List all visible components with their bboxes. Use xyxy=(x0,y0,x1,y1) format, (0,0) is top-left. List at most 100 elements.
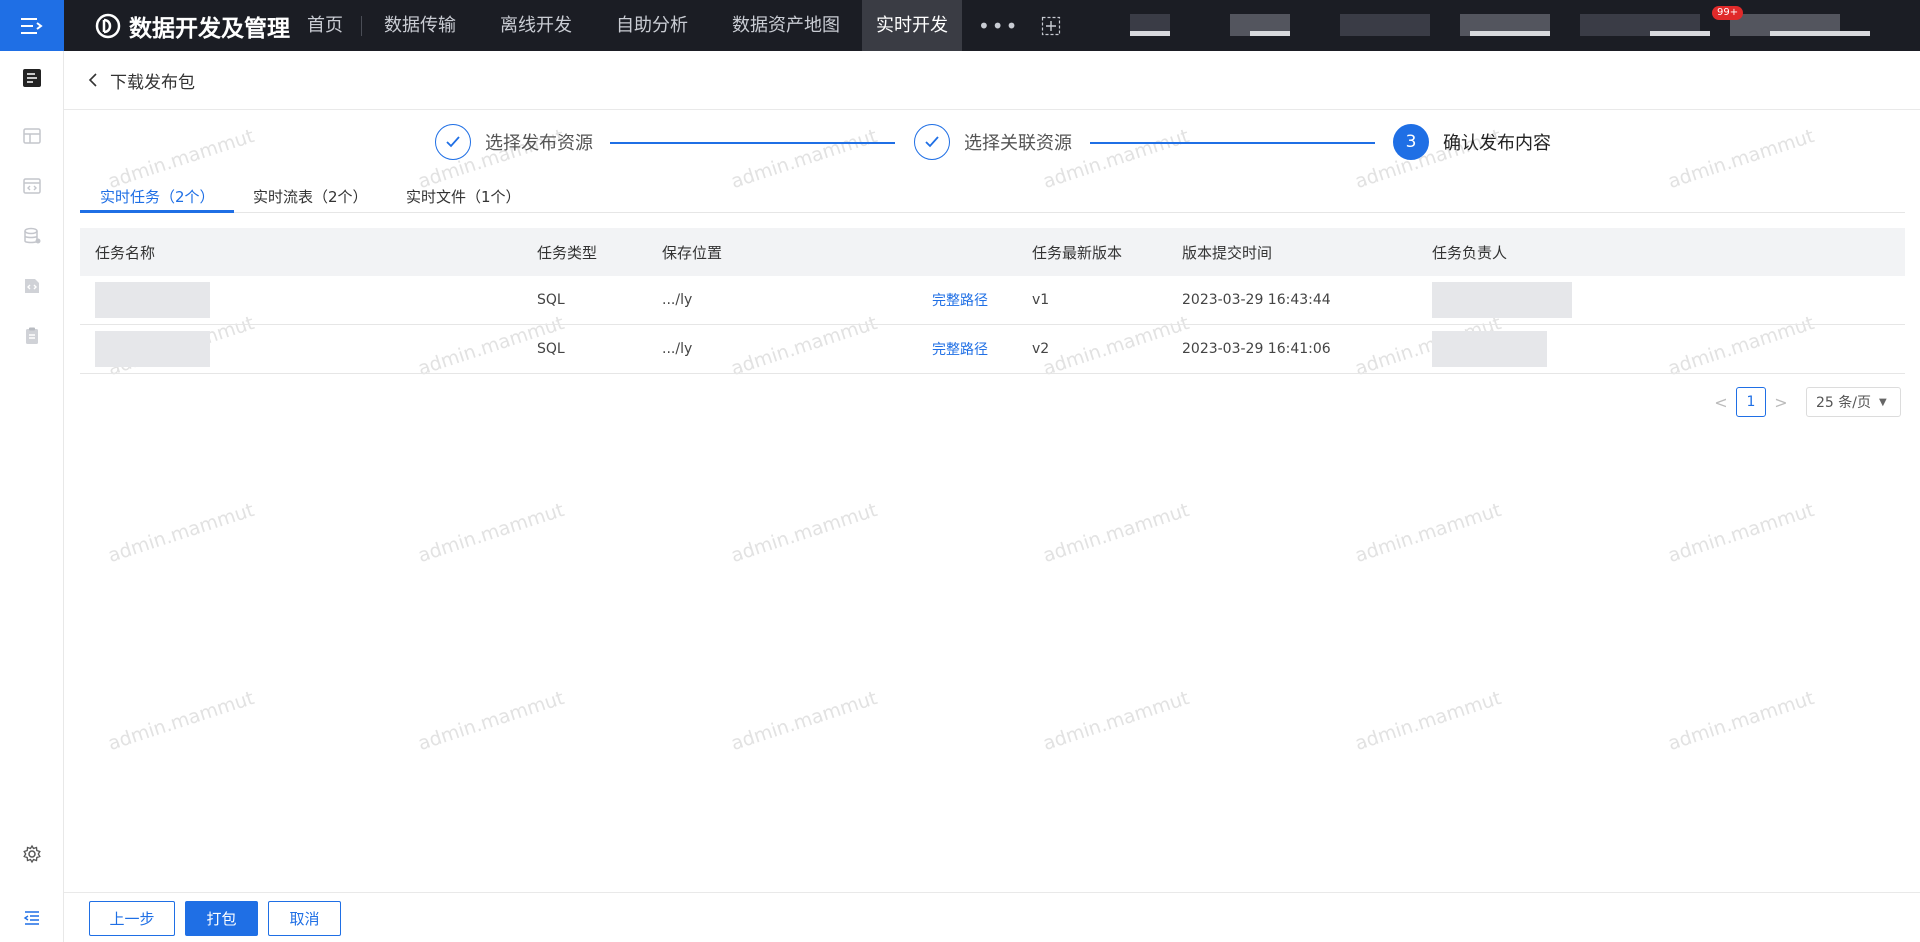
caret-down-icon: ▼ xyxy=(1878,396,1887,408)
stepper: 选择发布资源 选择关联资源 3 确认发布内容 xyxy=(0,124,1920,162)
collapse-sidebar-icon[interactable] xyxy=(22,908,42,928)
column-header: 任务名称 xyxy=(95,243,156,262)
obscured-block xyxy=(1650,31,1710,36)
page-size-value: 25 条/页 xyxy=(1816,395,1871,411)
add-app-icon[interactable] xyxy=(1041,16,1061,36)
resource-tabs: 实时任务（2个） 实时流表（2个） 实时文件（1个） xyxy=(80,183,1905,213)
step-label: 确认发布内容 xyxy=(1443,133,1551,154)
watermark: admin.mammut xyxy=(1352,687,1504,755)
obscured-block xyxy=(1770,31,1870,36)
tab-realtime-tasks[interactable]: 实时任务（2个） xyxy=(80,183,234,213)
watermark: admin.mammut xyxy=(1352,499,1504,567)
previous-step-button[interactable]: 上一步 xyxy=(89,901,175,936)
column-header: 任务类型 xyxy=(537,243,598,262)
menu-icon xyxy=(21,17,43,34)
cancel-button[interactable]: 取消 xyxy=(268,901,341,936)
prev-page-button[interactable]: < xyxy=(1710,393,1732,412)
obscured-block xyxy=(1432,331,1547,367)
task-table: 任务名称 任务类型 保存位置 任务最新版本 版本提交时间 任务负责人 SQL .… xyxy=(80,228,1905,374)
page-1-button[interactable]: 1 xyxy=(1736,387,1766,417)
watermark: admin.mammut xyxy=(1040,499,1192,567)
step-label: 选择关联资源 xyxy=(964,133,1072,154)
save-path: .../ly xyxy=(662,341,693,357)
nav-item-data-transfer[interactable]: 数据传输 xyxy=(362,0,478,51)
watermark: admin.mammut xyxy=(728,687,880,755)
column-header: 任务最新版本 xyxy=(1032,243,1123,262)
watermark: admin.mammut xyxy=(105,499,257,567)
step-done-icon xyxy=(435,124,471,160)
menu-toggle-button[interactable] xyxy=(0,0,64,51)
save-path: .../ly xyxy=(662,292,693,308)
owner-obscured xyxy=(1432,331,1732,367)
user-area-obscured[interactable]: 99+ xyxy=(1130,6,1900,38)
pack-button[interactable]: 打包 xyxy=(185,901,258,936)
more-icon[interactable]: ••• xyxy=(978,14,1019,38)
pagination: < 1 > 25 条/页 ▼ xyxy=(1710,387,1901,417)
column-header: 版本提交时间 xyxy=(1182,243,1273,262)
watermark: admin.mammut xyxy=(1040,687,1192,755)
watermark: admin.mammut xyxy=(1665,499,1817,567)
step-2: 选择关联资源 xyxy=(914,124,1072,160)
obscured-block xyxy=(1340,14,1430,36)
tab-realtime-tables[interactable]: 实时流表（2个） xyxy=(253,183,368,213)
nav-item-home[interactable]: 首页 xyxy=(307,0,361,51)
task-type: SQL xyxy=(537,341,565,357)
settings-icon[interactable] xyxy=(22,844,42,864)
watermark: admin.mammut xyxy=(728,499,880,567)
task-version: v2 xyxy=(1032,341,1050,357)
code-file-icon[interactable] xyxy=(22,276,42,296)
brand[interactable]: 数据开发及管理 xyxy=(95,0,290,51)
obscured-block xyxy=(95,282,210,318)
table-row: SQL .../ly 完整路径 v2 2023-03-29 16:41:06 xyxy=(80,325,1905,374)
top-navigation-bar: 数据开发及管理 首页 数据传输 离线开发 自助分析 数据资产地图 实时开发 ••… xyxy=(0,0,1920,51)
brand-title: 数据开发及管理 xyxy=(129,15,290,42)
tab-realtime-files[interactable]: 实时文件（1个） xyxy=(406,183,521,213)
step-label: 选择发布资源 xyxy=(485,133,593,154)
column-header: 任务负责人 xyxy=(1432,243,1508,262)
commit-time: 2023-03-29 16:41:06 xyxy=(1182,341,1331,357)
nav-item-offline-dev[interactable]: 离线开发 xyxy=(478,0,594,51)
clipboard-icon[interactable] xyxy=(22,326,42,346)
step-done-icon xyxy=(914,124,950,160)
watermark: admin.mammut xyxy=(415,499,567,567)
commit-time: 2023-03-29 16:43:44 xyxy=(1182,292,1331,308)
watermark: admin.mammut xyxy=(1665,687,1817,755)
notification-badge: 99+ xyxy=(1712,6,1744,20)
code-window-icon[interactable] xyxy=(22,176,42,196)
column-header: 保存位置 xyxy=(662,243,723,262)
step-number: 3 xyxy=(1393,124,1429,160)
step-1: 选择发布资源 xyxy=(435,124,593,160)
task-type: SQL xyxy=(537,292,565,308)
task-name-obscured xyxy=(80,331,537,367)
footer-actions: 上一步 打包 取消 xyxy=(64,892,1920,942)
step-3: 3 确认发布内容 xyxy=(1393,124,1551,160)
table-header: 任务名称 任务类型 保存位置 任务最新版本 版本提交时间 任务负责人 xyxy=(80,228,1905,276)
back-arrow-icon[interactable] xyxy=(86,72,100,88)
left-sidebar xyxy=(0,51,64,942)
owner-obscured xyxy=(1432,282,1732,318)
page-header: 下载发布包 xyxy=(64,51,1920,110)
obscured-block xyxy=(95,331,210,367)
obscured-block xyxy=(1432,282,1572,318)
table-row: SQL .../ly 完整路径 v1 2023-03-29 16:43:44 xyxy=(80,276,1905,325)
task-list-icon[interactable] xyxy=(22,68,42,88)
watermark: admin.mammut xyxy=(415,687,567,755)
obscured-block xyxy=(1470,31,1550,36)
database-icon[interactable] xyxy=(22,226,42,246)
nav-item-self-analysis[interactable]: 自助分析 xyxy=(594,0,710,51)
page-title: 下载发布包 xyxy=(110,72,195,93)
nav-item-realtime-dev[interactable]: 实时开发 xyxy=(862,0,962,51)
task-version: v1 xyxy=(1032,292,1050,308)
next-page-button[interactable]: > xyxy=(1770,393,1792,412)
brand-logo-icon xyxy=(95,13,121,38)
obscured-block xyxy=(1250,31,1290,36)
step-connector xyxy=(610,142,895,144)
full-path-link[interactable]: 完整路径 xyxy=(932,290,1032,310)
page-size-select[interactable]: 25 条/页 ▼ xyxy=(1806,387,1901,417)
main-nav: 首页 数据传输 离线开发 自助分析 数据资产地图 实时开发 ••• xyxy=(307,0,1061,51)
step-connector xyxy=(1090,142,1375,144)
full-path-link[interactable]: 完整路径 xyxy=(932,339,1032,359)
nav-item-asset-map[interactable]: 数据资产地图 xyxy=(710,0,862,51)
watermark: admin.mammut xyxy=(105,687,257,755)
obscured-block xyxy=(1130,31,1170,36)
